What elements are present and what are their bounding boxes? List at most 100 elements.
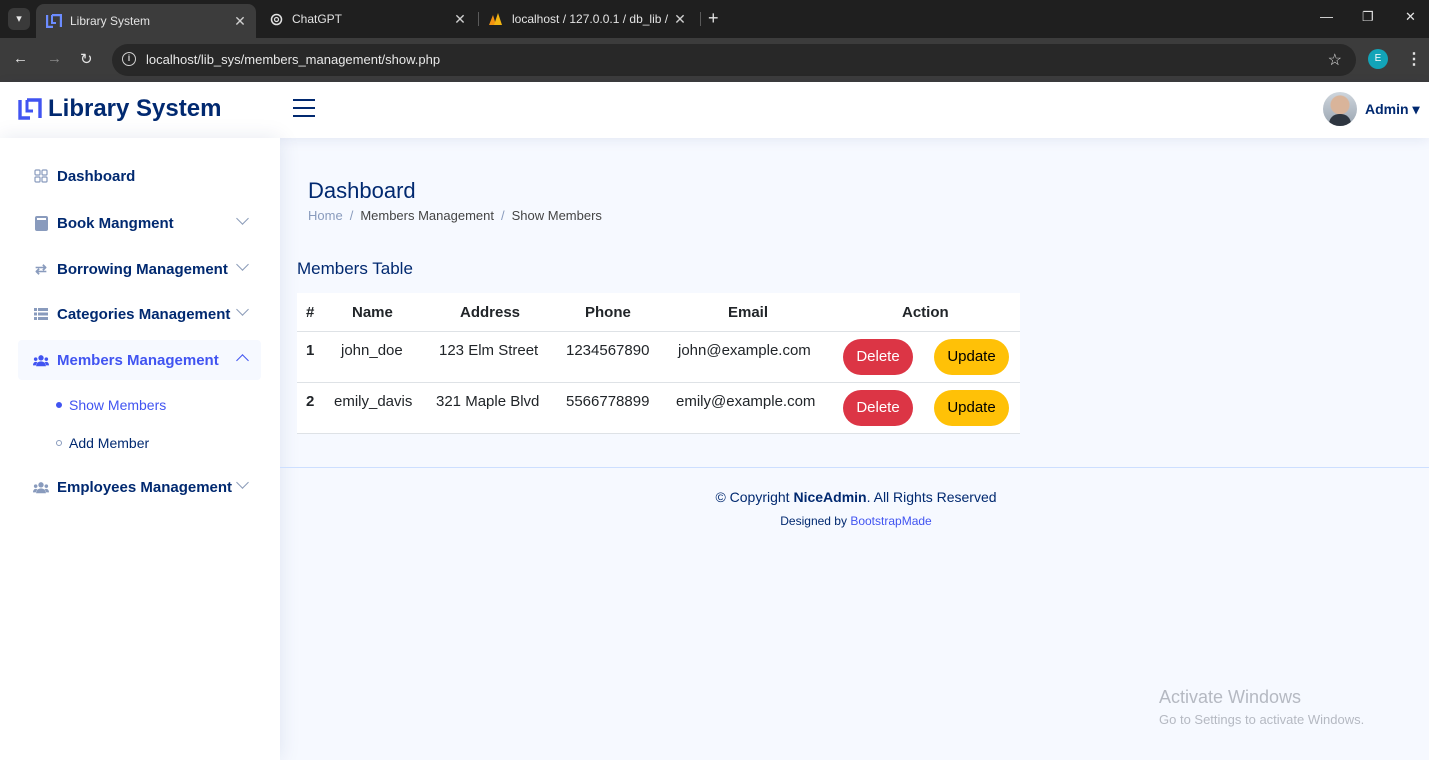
sidebar-item-label: Members Management — [57, 351, 219, 369]
designer-link[interactable]: BootstrapMade — [850, 514, 931, 528]
reload-icon[interactable]: ↻ — [80, 50, 93, 68]
table-header-row: # Name Address Phone Email Action — [297, 293, 1020, 332]
sidebar-subitem-show-members[interactable]: Show Members — [56, 397, 166, 413]
breadcrumb-members-management[interactable]: Members Management — [360, 208, 494, 223]
swap-arrows-icon: ⇄ — [35, 260, 47, 277]
row-phone: 5566778899 — [566, 393, 650, 410]
sidebar-item-dashboard[interactable]: Dashboard — [18, 156, 261, 196]
address-bar[interactable]: i localhost/lib_sys/members_management/s… — [112, 44, 1356, 76]
logo[interactable]: Library System — [18, 95, 221, 123]
close-icon[interactable]: ✕ — [672, 11, 688, 28]
breadcrumb-separator: / — [500, 208, 505, 223]
close-icon[interactable]: ✕ — [232, 13, 248, 30]
row-email: emily@example.com — [676, 393, 816, 410]
sidebar-item-members-management[interactable]: Members Management — [18, 340, 261, 380]
logo-text: Library System — [48, 95, 222, 122]
profile-avatar-icon[interactable]: E — [1368, 49, 1388, 69]
row-name: emily_davis — [334, 393, 413, 410]
members-table: # Name Address Phone Email Action 1 john… — [297, 293, 1020, 434]
sidebar-item-borrowing-management[interactable]: ⇄ Borrowing Management — [18, 249, 261, 289]
row-id: 2 — [306, 393, 315, 410]
column-header-email: Email — [728, 304, 769, 321]
sidebar-item-categories-management[interactable]: Categories Management — [18, 294, 261, 334]
sidebar-item-label: Employees Management — [57, 478, 233, 496]
copyright-prefix: © Copyright — [715, 489, 790, 505]
chevron-down-icon — [236, 212, 249, 225]
browser-tab-bar: ▾ Library System ✕ ChatGPT ✕ localhost /… — [0, 0, 1429, 38]
tab-phpmyadmin[interactable]: localhost / 127.0.0.1 / db_lib / b ✕ — [478, 4, 696, 34]
column-header-address: Address — [460, 304, 521, 321]
openai-icon — [268, 11, 284, 27]
chevron-up-icon — [236, 354, 249, 367]
sidebar-item-label: Borrowing Management — [57, 260, 228, 278]
library-logo-icon — [18, 97, 42, 121]
sidebar-subitem-label: Add Member — [69, 435, 150, 451]
minimize-icon[interactable]: — — [1320, 9, 1333, 24]
grid-icon — [33, 168, 49, 184]
tab-chatgpt[interactable]: ChatGPT ✕ — [258, 4, 476, 34]
breadcrumb: Home / Members Management / Show Members — [308, 208, 602, 223]
bookmark-star-icon[interactable]: ☆ — [1328, 50, 1342, 70]
table-row: 1 john_doe 123 Elm Street 1234567890 joh… — [297, 332, 1020, 383]
row-name: john_doe — [341, 342, 403, 359]
row-phone: 1234567890 — [566, 342, 650, 359]
watermark-title: Activate Windows — [1159, 687, 1302, 707]
row-address: 321 Maple Blvd — [436, 393, 540, 410]
copyright-text: © Copyright NiceAdmin. All Rights Reserv… — [280, 489, 1429, 505]
bullet-icon — [56, 402, 62, 408]
update-button[interactable]: Update — [934, 339, 1009, 375]
table-row: 2 emily_davis 321 Maple Blvd 5566778899 … — [297, 383, 1020, 434]
delete-button[interactable]: Delete — [843, 339, 913, 375]
site-info-icon[interactable]: i — [122, 52, 136, 66]
sidebar-item-book-management[interactable]: Book Mangment — [18, 203, 261, 243]
book-icon — [33, 215, 49, 231]
copyright-brand: NiceAdmin — [793, 489, 867, 505]
browser-menu-icon[interactable]: ⋮ — [1406, 49, 1422, 69]
user-menu-toggle[interactable]: Admin ▾ — [1365, 101, 1419, 118]
bullet-icon — [56, 440, 62, 446]
user-avatar[interactable] — [1323, 92, 1357, 126]
column-header-phone: Phone — [585, 304, 631, 321]
breadcrumb-show-members: Show Members — [511, 208, 602, 223]
table-title: Members Table — [297, 259, 413, 278]
sidebar-subitem-add-member[interactable]: Add Member — [56, 435, 149, 451]
tab-title: ChatGPT — [292, 12, 343, 26]
users-icon — [33, 352, 49, 368]
page-title: Dashboard — [308, 178, 416, 203]
designed-by-label: Designed by — [780, 514, 847, 528]
hamburger-menu-icon[interactable] — [293, 99, 315, 123]
tab-library-system[interactable]: Library System ✕ — [36, 4, 256, 38]
phpmyadmin-icon — [488, 11, 504, 27]
window-close-icon[interactable]: ✕ — [1405, 9, 1416, 25]
update-button[interactable]: Update — [934, 390, 1009, 426]
sidebar-item-label: Dashboard — [57, 167, 136, 185]
breadcrumb-home[interactable]: Home — [308, 208, 343, 223]
sidebar-item-label: Book Mangment — [57, 214, 174, 232]
users-icon — [33, 479, 49, 495]
tab-search-chevron-icon[interactable]: ▾ — [8, 8, 30, 30]
chevron-down-icon — [236, 303, 249, 316]
app-header: Library System Admin ▾ — [0, 82, 1429, 138]
row-id: 1 — [306, 342, 315, 359]
url-text[interactable]: localhost/lib_sys/members_management/sho… — [146, 52, 440, 67]
tab-title: localhost / 127.0.0.1 / db_lib / b — [512, 12, 672, 26]
delete-button[interactable]: Delete — [843, 390, 913, 426]
browser-toolbar: ← → ↻ i localhost/lib_sys/members_manage… — [0, 38, 1429, 82]
activate-windows-watermark: Activate Windows Go to Settings to activ… — [1159, 687, 1364, 727]
row-email: john@example.com — [678, 342, 811, 359]
credits-text: Designed by BootstrapMade — [280, 514, 1429, 528]
footer-divider — [280, 467, 1429, 468]
column-header-id: # — [306, 304, 315, 321]
close-icon[interactable]: ✕ — [452, 11, 468, 28]
library-logo-icon — [46, 13, 62, 29]
tab-separator — [700, 12, 701, 26]
back-arrow-icon[interactable]: ← — [13, 50, 28, 67]
tab-title: Library System — [70, 14, 151, 28]
sidebar-item-employees-management[interactable]: Employees Management — [18, 467, 261, 507]
chevron-down-icon — [236, 258, 249, 271]
list-icon — [33, 306, 49, 322]
restore-icon[interactable]: ❐ — [1362, 9, 1374, 25]
chevron-down-icon — [236, 476, 249, 489]
forward-arrow-icon[interactable]: → — [47, 50, 62, 67]
new-tab-button[interactable]: + — [708, 9, 719, 27]
